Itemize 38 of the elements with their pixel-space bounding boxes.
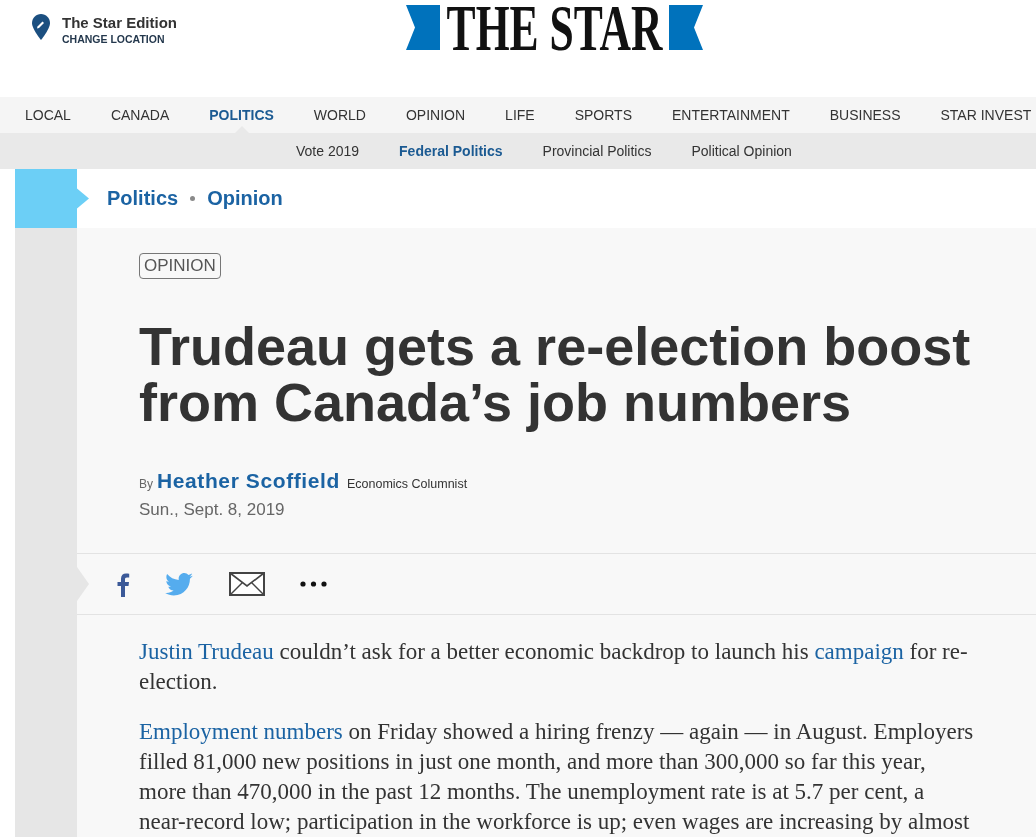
breadcrumb-link[interactable]: Opinion <box>207 187 283 210</box>
byline-prefix: By <box>139 476 153 493</box>
inline-link[interactable]: Justin Trudeau <box>139 639 274 664</box>
nav-tab[interactable]: POLITICS <box>189 97 294 133</box>
inline-link[interactable]: Employment numbers <box>139 719 343 744</box>
nav-tab[interactable]: ENTERTAINMENT <box>652 97 810 133</box>
article-paragraph: Employment numbers on Friday showed a hiring frenzy — again — in August. Employers filled 81,000 new positions in just one month, and more than 300,000 so far this year, more than 470,000 in the past 12 months. The unemployment rate is at 5.7 per cent, a near-record low; participation in the workforce is up; even wages are increasing by almost <box>139 718 975 836</box>
inline-link[interactable]: campaign <box>814 639 904 664</box>
author-role: Economics Columnist <box>346 476 468 493</box>
nav-tab[interactable]: SPORTS <box>554 97 652 133</box>
nav-tab[interactable]: STAR INVEST <box>920 97 1036 133</box>
ribbon-icon <box>669 5 704 50</box>
article-headline: Trudeau gets a re-election boost from Canada’s job numbers <box>139 318 972 430</box>
ribbon-icon <box>406 5 440 50</box>
author-link[interactable]: Heather Scoffield <box>157 469 340 493</box>
nav-tab[interactable]: WORLD <box>293 97 386 133</box>
change-location-link[interactable]: CHANGE LOCATION <box>62 32 165 46</box>
nav-tab[interactable]: LOCAL <box>5 97 91 133</box>
facebook-icon[interactable] <box>116 571 130 597</box>
breadcrumb-link[interactable]: Politics <box>107 187 179 210</box>
nav-tab[interactable]: BUSINESS <box>809 97 921 133</box>
more-dots-icon[interactable] <box>300 581 327 587</box>
nav-tab[interactable]: OPINION <box>385 97 486 133</box>
subnav-tab[interactable]: Federal Politics <box>379 133 523 169</box>
logo-wordmark[interactable]: THE STAR <box>446 5 663 50</box>
edition-title: The Star Edition <box>62 14 177 32</box>
publish-date: Sun., Sept. 8, 2019 <box>139 499 285 521</box>
nav-tab[interactable]: CANADA <box>90 97 190 133</box>
subnav-tab[interactable]: Political Opinion <box>671 133 812 169</box>
email-envelope-icon[interactable] <box>229 572 265 596</box>
category-tag: OPINION <box>139 253 221 279</box>
separator-dot-icon <box>190 196 196 201</box>
subnav-tab[interactable]: Provincial Politics <box>522 133 672 169</box>
nav-tab[interactable]: LIFE <box>485 97 555 133</box>
location-pin-icon[interactable] <box>32 14 50 40</box>
section-flag-icon <box>15 169 89 228</box>
article-paragraph: Justin Trudeau couldn’t ask for a better economic backdrop to launch his campaign for re-election. <box>139 638 969 696</box>
subnav-tab[interactable]: Vote 2019 <box>276 133 380 169</box>
